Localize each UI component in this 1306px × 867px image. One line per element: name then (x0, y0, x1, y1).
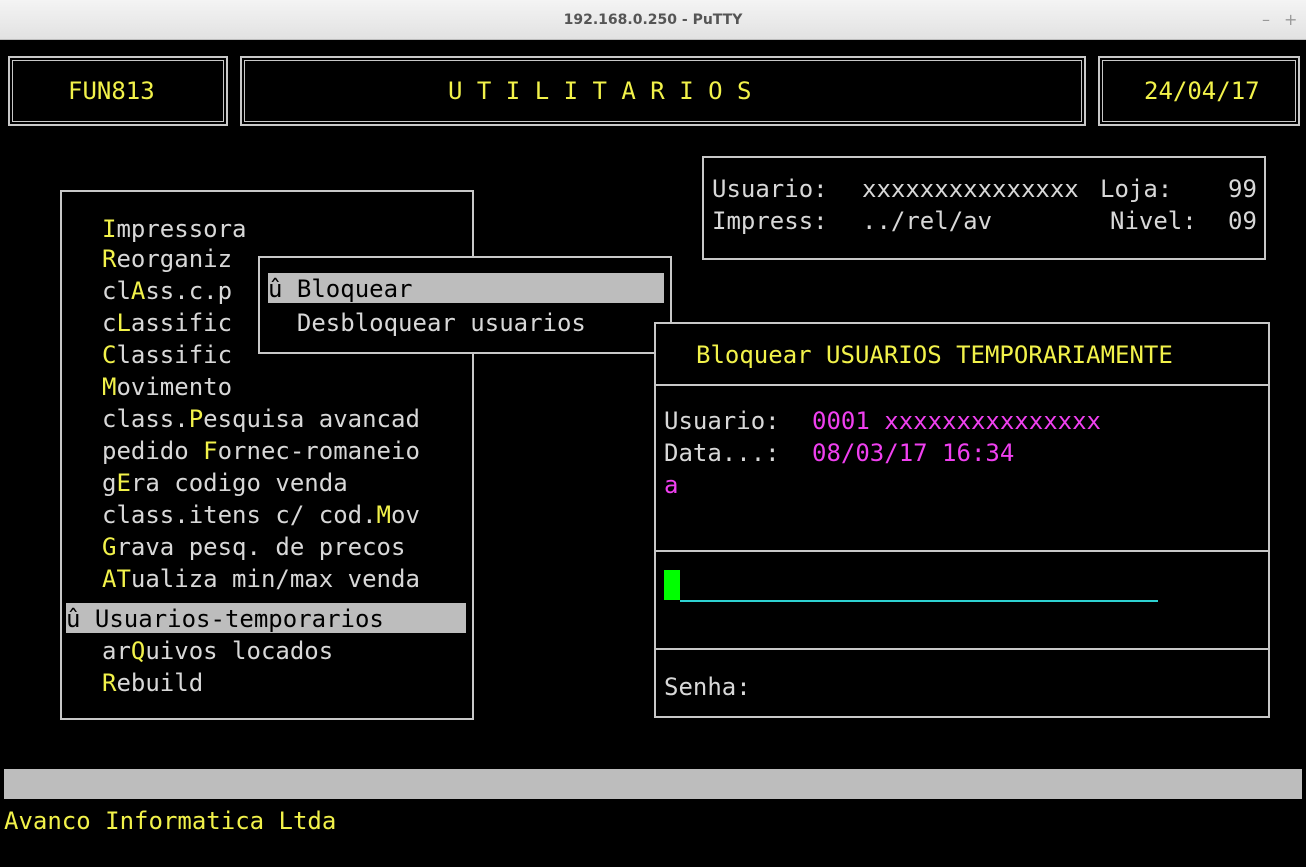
dialog-date-value: 08/03/17 16:34 (812, 439, 1015, 467)
info-printer-value: ../rel/av (862, 207, 993, 235)
menu-item-text: eorganiz (116, 245, 233, 273)
main-menu-item[interactable]: class.itens c/ cod.Mov (102, 500, 420, 531)
menu-item-hotkey: G (102, 533, 117, 561)
dialog-user-value: 0001 xxxxxxxxxxxxxxx (812, 407, 1101, 435)
info-level-label: Nivel: (1110, 207, 1197, 235)
menu-item-text: class. (102, 405, 189, 433)
submenu-item-bloquear[interactable]: û Bloquear (268, 274, 413, 305)
header-date: 24/04/17 (1144, 77, 1260, 105)
info-printer-label: Impress: (712, 207, 828, 235)
main-menu-item[interactable]: class.Pesquisa avancad (102, 404, 420, 435)
menu-item-text: ebuild (116, 669, 204, 697)
menu-item-text: g (102, 469, 117, 497)
menu-item-text: ar (102, 637, 131, 665)
info-store-label: Loja: (1100, 175, 1173, 203)
info-user-value: xxxxxxxxxxxxxxx (862, 175, 1079, 203)
menu-item-hotkey: M (102, 373, 117, 401)
menu-item-text: rava pesq. de precos (116, 533, 406, 561)
module-title: U T I L I T A R I O S (448, 77, 752, 105)
menu-item-hotkey: E (116, 469, 131, 497)
menu-item-text: ss.c.p (145, 277, 233, 305)
program-code: FUN813 (68, 77, 155, 105)
main-menu-item[interactable]: cLassific (102, 308, 232, 339)
password-label: Senha: (664, 673, 751, 701)
menu-item-text: lassific (116, 341, 233, 369)
menu-item-text: û Usuarios-temporarios (66, 605, 384, 633)
main-menu-item[interactable]: Rebuild (102, 668, 203, 699)
submenu-item-desbloquear[interactable]: Desbloquear usuarios (268, 308, 586, 339)
main-menu-item[interactable]: û Usuarios-temporarios (66, 604, 384, 635)
main-menu-item[interactable]: arQuivos locados (102, 636, 333, 667)
dialog-date-label: Data...: (664, 439, 780, 467)
dialog-title: Bloquear USUARIOS TEMPORARIAMENTE (696, 341, 1173, 369)
menu-item-text: class.itens c/ cod. (102, 501, 377, 529)
main-menu-item[interactable]: Impressora (102, 214, 247, 245)
terminal-screen[interactable]: FUN813 U T I L I T A R I O S 24/04/17 Us… (4, 40, 1302, 867)
menu-item-hotkey: Q (130, 637, 146, 665)
menu-item-hotkey: C (102, 341, 117, 369)
info-store-value: 99 (1228, 175, 1257, 203)
main-menu-item[interactable]: Movimento (102, 372, 232, 403)
dialog-divider-3 (656, 648, 1268, 650)
dialog-divider-2 (656, 550, 1268, 552)
maximize-icon[interactable]: + (1284, 0, 1297, 40)
menu-item-hotkey: R (102, 245, 117, 273)
menu-item-hotkey: A (130, 277, 146, 305)
menu-item-text: ualiza min/max venda (130, 565, 420, 593)
menu-item-text: ornec-romaneio (217, 437, 420, 465)
dialog-divider-1 (656, 384, 1268, 386)
menu-item-text: ovimento (116, 373, 233, 401)
main-menu-item[interactable]: Reorganiz (102, 244, 232, 275)
menu-item-text: c (102, 309, 117, 337)
main-menu-item[interactable]: Grava pesq. de precos (102, 532, 405, 563)
main-menu-item[interactable]: Classific (102, 340, 232, 371)
block-users-dialog (654, 322, 1270, 718)
menu-item-text: cl (102, 277, 131, 305)
menu-item-text: assific (130, 309, 233, 337)
menu-item-text: uivos locados (145, 637, 334, 665)
info-user-label: Usuario: (712, 175, 828, 203)
minimize-icon[interactable]: – (1262, 0, 1270, 40)
menu-item-hotkey: AT (102, 565, 131, 593)
dialog-note: a (664, 471, 679, 499)
menu-item-hotkey: F (203, 437, 218, 465)
company-name: Avanco Informatica Ltda (4, 807, 337, 835)
window-title: 192.168.0.250 - PuTTY (563, 12, 743, 28)
menu-item-hotkey: P (188, 405, 204, 433)
window-titlebar: 192.168.0.250 - PuTTY – + (0, 0, 1306, 40)
password-input-line[interactable] (680, 600, 1158, 602)
menu-item-text: mpressora (116, 215, 247, 243)
text-cursor (664, 570, 680, 600)
main-menu-item[interactable]: gEra codigo venda (102, 468, 348, 499)
menu-item-text: ov (391, 501, 420, 529)
menu-item-hotkey: M (376, 501, 391, 529)
status-bar (4, 769, 1302, 799)
menu-item-text: pedido (102, 437, 204, 465)
main-menu-item[interactable]: pedido Fornec-romaneio (102, 436, 420, 467)
info-level-value: 09 (1228, 207, 1257, 235)
submenu-box (258, 256, 672, 354)
main-menu-item[interactable]: ATualiza min/max venda (102, 564, 420, 595)
menu-item-hotkey: I (102, 215, 117, 243)
menu-item-text: ra codigo venda (130, 469, 348, 497)
menu-item-hotkey: L (116, 309, 131, 337)
dialog-user-label: Usuario: (664, 407, 780, 435)
menu-item-hotkey: R (102, 669, 117, 697)
menu-item-text: esquisa avancad (203, 405, 420, 433)
main-menu-item[interactable]: clAss.c.p (102, 276, 232, 307)
